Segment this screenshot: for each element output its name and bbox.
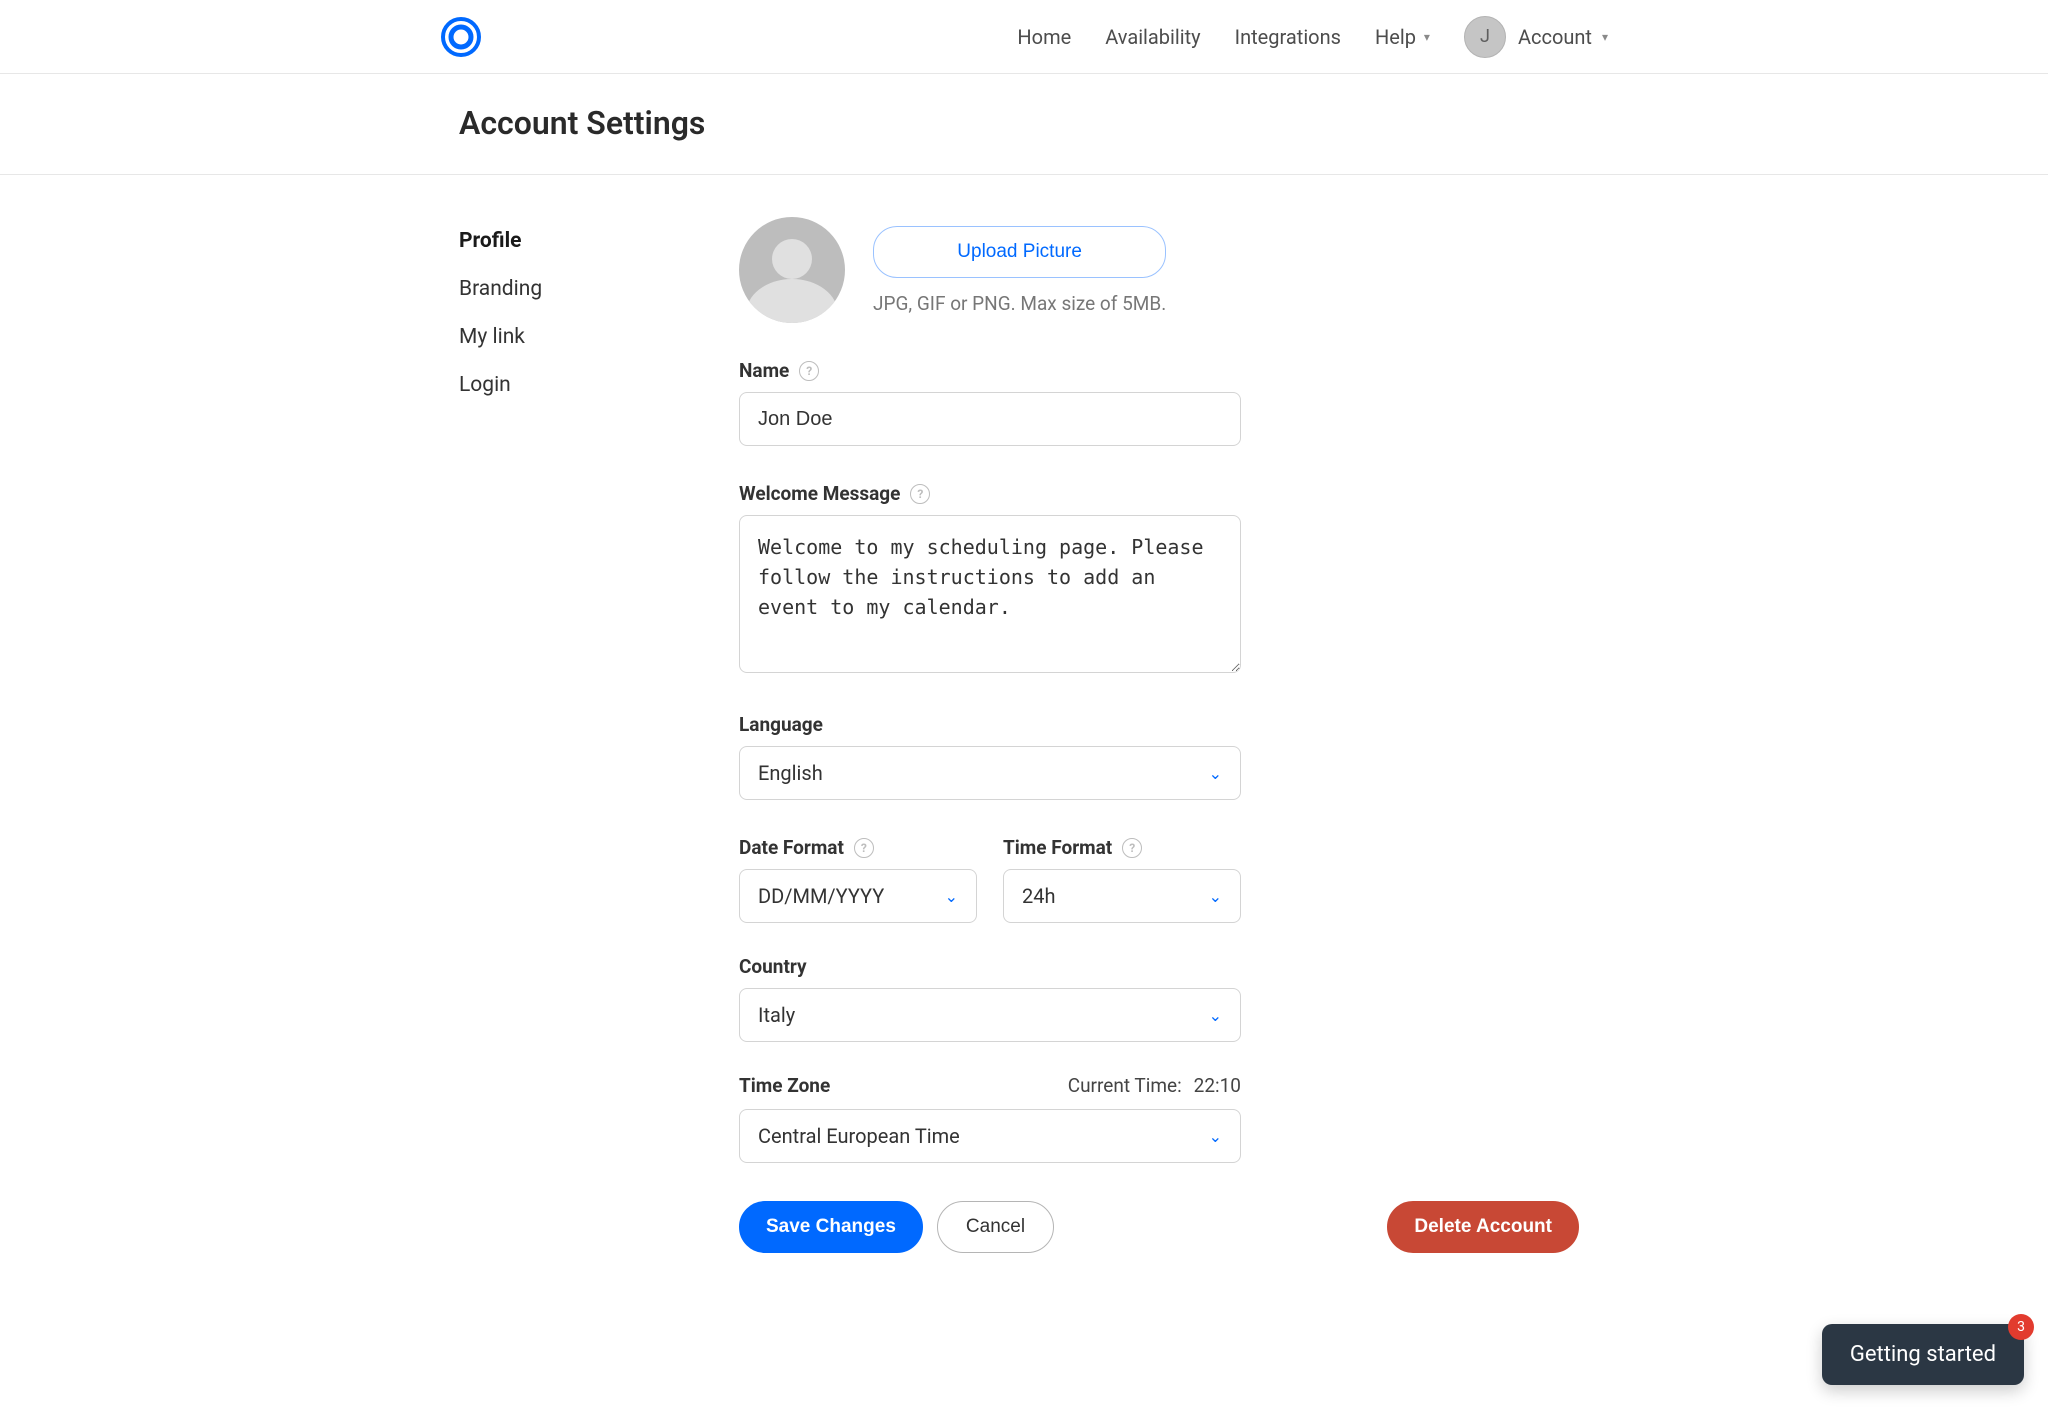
chevron-down-icon: ▾ [1602, 30, 1608, 44]
label-name: Name [739, 359, 789, 382]
avatar: J [1464, 16, 1506, 58]
sidebar-item-profile[interactable]: Profile [459, 217, 679, 265]
help-icon[interactable]: ? [799, 361, 819, 381]
label-time-format: Time Format [1003, 836, 1112, 859]
page-title-wrap: Account Settings [0, 74, 2048, 175]
field-date-time-formats: Date Format ? DD/MM/YYYY ⌄ Time For [739, 836, 1579, 923]
date-format-select[interactable]: DD/MM/YYYY ⌄ [739, 869, 977, 923]
form-actions: Save Changes Cancel Delete Account [739, 1201, 1579, 1253]
nav-help-label: Help [1375, 25, 1416, 49]
field-welcome: Welcome Message ? Welcome to my scheduli… [739, 482, 1579, 677]
upload-picture-button[interactable]: Upload Picture [873, 226, 1166, 278]
content: Profile Branding My link Login Upload Pi… [459, 175, 1589, 1253]
brand-logo[interactable] [440, 16, 482, 58]
current-time: Current Time: 22:10 [1068, 1074, 1241, 1097]
field-country: Country Italy ⌄ [739, 955, 1579, 1042]
help-icon[interactable]: ? [1122, 838, 1142, 858]
profile-avatar [739, 217, 845, 323]
save-button[interactable]: Save Changes [739, 1201, 923, 1253]
nav-account-label: Account [1518, 25, 1592, 49]
top-bar: Home Availability Integrations Help ▾ J … [0, 0, 2048, 74]
cancel-button[interactable]: Cancel [937, 1201, 1054, 1253]
timezone-value: Central European Time [758, 1124, 960, 1148]
label-timezone: Time Zone [739, 1074, 830, 1097]
settings-sidebar: Profile Branding My link Login [459, 217, 679, 1253]
brand [440, 16, 482, 58]
getting-started-widget[interactable]: Getting started 3 [1822, 1324, 2024, 1385]
language-value: English [758, 761, 823, 785]
name-input[interactable] [739, 392, 1241, 446]
label-date-format: Date Format [739, 836, 844, 859]
help-icon[interactable]: ? [854, 838, 874, 858]
profile-picture-row: Upload Picture JPG, GIF or PNG. Max size… [739, 217, 1579, 323]
chevron-down-icon: ▾ [1424, 30, 1430, 44]
chevron-down-icon: ⌄ [945, 887, 958, 906]
sidebar-item-login[interactable]: Login [459, 361, 679, 409]
nav-integrations[interactable]: Integrations [1235, 25, 1341, 49]
timezone-select[interactable]: Central European Time ⌄ [739, 1109, 1241, 1163]
upload-hint: JPG, GIF or PNG. Max size of 5MB. [873, 292, 1166, 315]
chevron-down-icon: ⌄ [1209, 764, 1222, 783]
profile-form: Upload Picture JPG, GIF or PNG. Max size… [739, 217, 1579, 1253]
time-format-value: 24h [1022, 884, 1056, 908]
top-nav: Home Availability Integrations Help ▾ J … [1017, 16, 1608, 58]
getting-started-label: Getting started [1850, 1342, 1996, 1367]
calendly-logo-icon [440, 16, 482, 58]
label-welcome: Welcome Message [739, 482, 900, 505]
welcome-textarea[interactable]: Welcome to my scheduling page. Please fo… [739, 515, 1241, 673]
account-menu[interactable]: J Account ▾ [1464, 16, 1608, 58]
time-format-select[interactable]: 24h ⌄ [1003, 869, 1241, 923]
country-value: Italy [758, 1003, 795, 1027]
chevron-down-icon: ⌄ [1209, 1006, 1222, 1025]
chevron-down-icon: ⌄ [1209, 1127, 1222, 1146]
language-select[interactable]: English ⌄ [739, 746, 1241, 800]
label-country: Country [739, 955, 807, 978]
date-format-value: DD/MM/YYYY [758, 884, 884, 908]
page-title: Account Settings [459, 104, 1589, 142]
getting-started-badge: 3 [2008, 1314, 2034, 1340]
current-time-value: 22:10 [1194, 1074, 1241, 1097]
field-timezone: Time Zone Current Time: 22:10 Central Eu… [739, 1074, 1579, 1163]
field-name: Name ? [739, 359, 1579, 446]
label-language: Language [739, 713, 823, 736]
help-icon[interactable]: ? [910, 484, 930, 504]
country-select[interactable]: Italy ⌄ [739, 988, 1241, 1042]
chevron-down-icon: ⌄ [1209, 887, 1222, 906]
nav-availability[interactable]: Availability [1105, 25, 1200, 49]
nav-help[interactable]: Help ▾ [1375, 25, 1430, 49]
avatar-initial: J [1480, 26, 1490, 47]
delete-account-button[interactable]: Delete Account [1387, 1201, 1579, 1253]
nav-home[interactable]: Home [1017, 25, 1071, 49]
sidebar-item-mylink[interactable]: My link [459, 313, 679, 361]
sidebar-item-branding[interactable]: Branding [459, 265, 679, 313]
field-language: Language English ⌄ [739, 713, 1579, 800]
current-time-label: Current Time: [1068, 1074, 1182, 1097]
